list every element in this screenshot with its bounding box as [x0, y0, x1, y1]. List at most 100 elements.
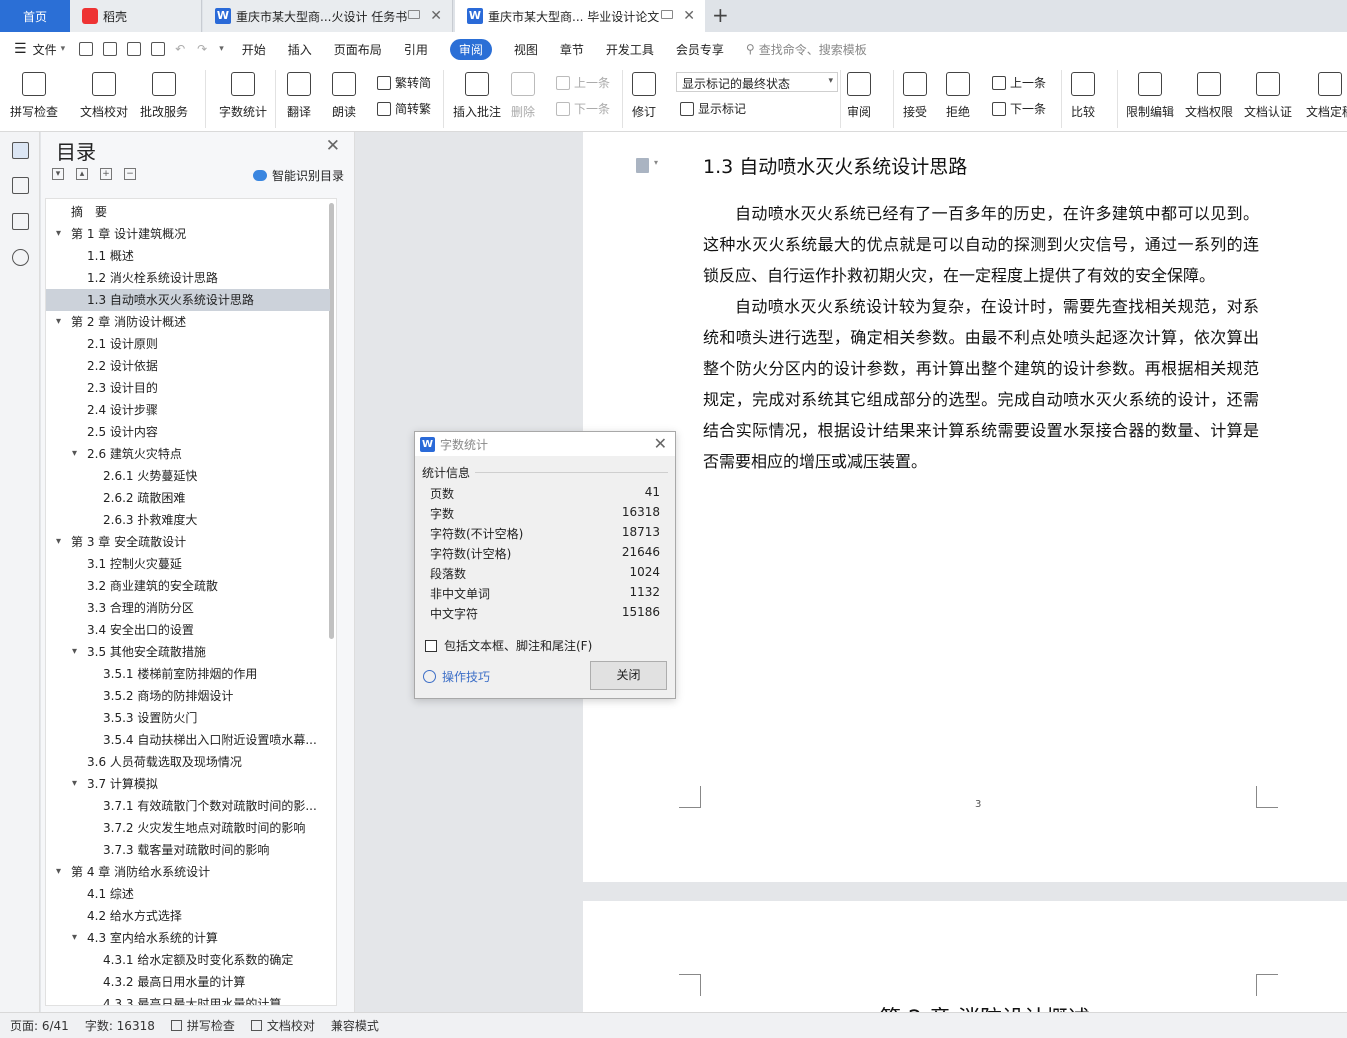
- chevron-down-icon[interactable]: ▾: [56, 316, 61, 327]
- toc-item[interactable]: 2.3 设计目的: [46, 377, 330, 399]
- toc-item[interactable]: 3.5.4 自动扶梯出入口附近设置喷水幕...: [46, 729, 330, 751]
- toc-item[interactable]: 2.6.2 疏散困难: [46, 487, 330, 509]
- translate-button[interactable]: 翻译: [287, 72, 311, 120]
- toc-item[interactable]: 第 2 章 消防设计概述: [46, 311, 330, 333]
- collapse-all-icon[interactable]: ▾: [52, 168, 64, 180]
- simp-to-trad-button[interactable]: 简转繁: [377, 100, 431, 117]
- next-comment-button[interactable]: 下一条: [556, 100, 610, 117]
- toc-item[interactable]: 第 4 章 消防给水系统设计: [46, 861, 330, 883]
- prev-comment-button[interactable]: 上一条: [556, 74, 610, 91]
- toc-item[interactable]: 3.5.3 设置防火门: [46, 707, 330, 729]
- toc-item[interactable]: 3.3 合理的消防分区: [46, 597, 330, 619]
- close-icon[interactable]: ✕: [326, 136, 340, 156]
- chevron-down-icon[interactable]: ▾: [654, 158, 658, 167]
- menu-references[interactable]: 引用: [404, 41, 428, 58]
- review-pane-button[interactable]: 审阅: [847, 72, 871, 120]
- toc-item[interactable]: 3.1 控制火灾蔓延: [46, 553, 330, 575]
- save-icon[interactable]: [79, 42, 94, 56]
- doc-certify-button[interactable]: 文档认证: [1244, 72, 1292, 120]
- monitor-icon[interactable]: [661, 10, 673, 19]
- file-menu[interactable]: 文件: [33, 41, 57, 58]
- word-count-button[interactable]: 字数统计: [219, 72, 267, 120]
- track-changes-button[interactable]: 修订: [632, 72, 656, 120]
- include-textbox-checkbox[interactable]: 包括文本框、脚注和尾注(F): [425, 637, 592, 654]
- print-preview-icon[interactable]: [151, 42, 166, 56]
- proofread-button[interactable]: 文档校对: [80, 72, 128, 120]
- toc-item[interactable]: 4.1 综述: [46, 883, 330, 905]
- spell-check-button[interactable]: 拼写检查: [10, 72, 58, 120]
- delete-comment-button[interactable]: 删除: [511, 72, 535, 120]
- doc-finalize-button[interactable]: 文档定稿: [1306, 72, 1347, 120]
- show-markup-button[interactable]: 显示标记: [680, 100, 746, 117]
- toc-item[interactable]: 3.6 人员荷载选取及现场情况: [46, 751, 330, 773]
- search-icon[interactable]: [12, 249, 29, 266]
- add-heading-icon[interactable]: +: [100, 168, 112, 180]
- dialog-titlebar[interactable]: W 字数统计: [415, 432, 675, 456]
- chevron-down-icon[interactable]: ▾: [72, 932, 77, 943]
- accept-button[interactable]: 接受: [903, 72, 927, 120]
- chevron-down-icon[interactable]: ▾: [72, 646, 77, 657]
- menu-review[interactable]: 审阅: [449, 38, 492, 60]
- markup-state-select[interactable]: 显示标记的最终状态 ▾: [676, 72, 838, 92]
- toc-item[interactable]: 3.5 其他安全疏散措施: [46, 641, 330, 663]
- hamburger-icon[interactable]: ☰: [14, 41, 27, 57]
- tab-doc-taskbook[interactable]: W 重庆市某大型商...火设计 任务书 ✕: [203, 0, 453, 32]
- toc-item[interactable]: 2.4 设计步骤: [46, 399, 330, 421]
- trad-to-simp-button[interactable]: 繁转简: [377, 74, 431, 91]
- toc-item[interactable]: 4.2 给水方式选择: [46, 905, 330, 927]
- undo-icon[interactable]: ↶: [175, 42, 185, 56]
- close-tab-icon[interactable]: ✕: [430, 8, 442, 24]
- toc-item[interactable]: 第 1 章 设计建筑概况: [46, 223, 330, 245]
- toc-item[interactable]: 2.6.3 扑救难度大: [46, 509, 330, 531]
- tips-link[interactable]: 操作技巧: [423, 668, 490, 685]
- toc-item[interactable]: 3.5.1 楼梯前室防排烟的作用: [46, 663, 330, 685]
- chevron-down-icon[interactable]: ▾: [72, 778, 77, 789]
- toc-item[interactable]: 4.3.1 给水定额及时变化系数的确定: [46, 949, 330, 971]
- toc-item[interactable]: 4.3.2 最高日用水量的计算: [46, 971, 330, 993]
- tab-home[interactable]: 首页: [0, 0, 70, 32]
- menu-view[interactable]: 视图: [514, 41, 538, 58]
- toc-item[interactable]: 3.5.2 商场的防排烟设计: [46, 685, 330, 707]
- menu-member[interactable]: 会员专享: [676, 41, 724, 58]
- page-indicator[interactable]: 页面: 6/41: [10, 1017, 69, 1034]
- read-aloud-button[interactable]: 朗读: [332, 72, 356, 120]
- proofread-toggle[interactable]: 文档校对: [250, 1017, 315, 1034]
- expand-all-icon[interactable]: ▴: [76, 168, 88, 180]
- toc-item[interactable]: 第 3 章 安全疏散设计: [46, 531, 330, 553]
- toc-item[interactable]: 1.3 自动喷水灭火系统设计思路: [46, 289, 330, 311]
- tab-daoke[interactable]: 稻壳: [70, 0, 202, 32]
- menu-section[interactable]: 章节: [560, 41, 584, 58]
- chevron-down-icon[interactable]: ▾: [61, 44, 66, 54]
- toc-item[interactable]: 1.1 概述: [46, 245, 330, 267]
- menu-insert[interactable]: 插入: [288, 41, 312, 58]
- export-icon[interactable]: [103, 42, 118, 56]
- tab-doc-thesis[interactable]: W 重庆市某大型商... 毕业设计论文 ✕: [455, 0, 705, 32]
- next-change-button[interactable]: 下一条: [992, 100, 1046, 117]
- redo-icon[interactable]: ↷: [197, 42, 207, 56]
- toc-item[interactable]: 2.1 设计原则: [46, 333, 330, 355]
- monitor-icon[interactable]: [408, 10, 420, 19]
- toc-item[interactable]: 3.2 商业建筑的安全疏散: [46, 575, 330, 597]
- toc-item[interactable]: 2.2 设计依据: [46, 355, 330, 377]
- toc-item[interactable]: 2.6 建筑火灾特点: [46, 443, 330, 465]
- toc-item[interactable]: 3.7.1 有效疏散门个数对疏散时间的影...: [46, 795, 330, 817]
- restrict-editing-button[interactable]: 限制编辑: [1126, 72, 1174, 120]
- prev-change-button[interactable]: 上一条: [992, 74, 1046, 91]
- remove-heading-icon[interactable]: −: [124, 168, 136, 180]
- close-tab-icon[interactable]: ✕: [683, 8, 695, 24]
- menu-page-layout[interactable]: 页面布局: [334, 41, 382, 58]
- toc-item[interactable]: 3.7.3 载客量对疏散时间的影响: [46, 839, 330, 861]
- menu-start[interactable]: 开始: [242, 41, 266, 58]
- chevron-down-icon[interactable]: ▾: [56, 866, 61, 877]
- chevron-down-icon[interactable]: ▾: [56, 228, 61, 239]
- command-search[interactable]: 查找命令、搜索模板: [759, 41, 867, 58]
- toc-item[interactable]: 1.2 消火栓系统设计思路: [46, 267, 330, 289]
- quick-access-dropdown-icon[interactable]: ▾: [219, 44, 224, 54]
- toc-item[interactable]: 4.3 室内给水系统的计算: [46, 927, 330, 949]
- paragraph-menu-icon[interactable]: [636, 158, 649, 173]
- print-icon[interactable]: [127, 42, 142, 56]
- chapter-nav-icon[interactable]: [12, 177, 29, 194]
- checkbox[interactable]: [425, 639, 437, 652]
- doc-permission-button[interactable]: 文档权限: [1185, 72, 1233, 120]
- word-count-indicator[interactable]: 字数: 16318: [85, 1017, 155, 1034]
